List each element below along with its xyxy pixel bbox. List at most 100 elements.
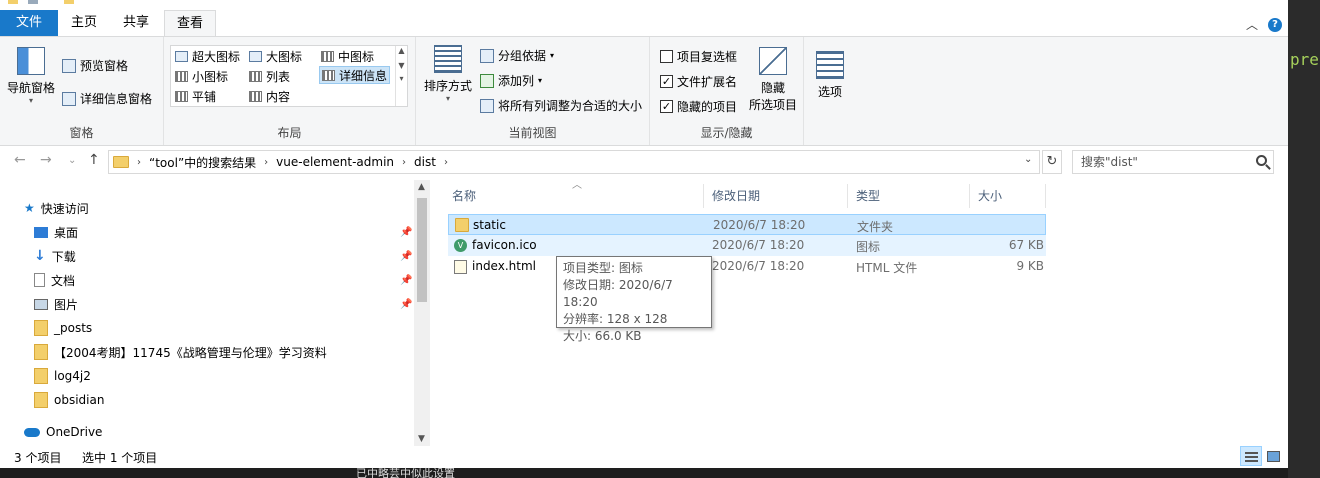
details-pane-button[interactable]: 详细信息窗格 [62, 90, 152, 107]
column-header-name[interactable]: 名称 [444, 184, 704, 208]
nav-item-pictures[interactable]: 图片 [34, 294, 78, 314]
forward-arrow-icon[interactable]: → [40, 152, 52, 168]
pin-icon[interactable]: 📌 [400, 275, 412, 286]
item-checkboxes-toggle[interactable]: 项目复选框 [660, 48, 737, 65]
layout-tiles[interactable]: 平铺 [173, 87, 218, 105]
column-header-type[interactable]: 类型 [848, 184, 970, 208]
preview-pane-label: 预览窗格 [80, 59, 129, 73]
recent-locations-chevron-icon[interactable]: ⌄ [68, 155, 76, 166]
scroll-down-arrow-icon[interactable]: ▼ [418, 434, 425, 444]
nav-item-study-materials[interactable]: 【2004考期】11745《战略管理与伦理》学习资料 [34, 342, 327, 362]
tab-share[interactable]: 共享 [112, 10, 160, 36]
background-editor: pre [1288, 0, 1320, 478]
table-row[interactable]: static 2020/6/7 18:20 文件夹 [448, 214, 1046, 235]
sort-by-icon [434, 45, 462, 73]
add-columns-button[interactable]: 添加列 ▾ [480, 72, 542, 89]
layout-medium-icons[interactable]: 中图标 [319, 47, 376, 65]
fit-columns-label: 将所有列调整为合适的大小 [498, 99, 643, 113]
breadcrumb-separator-icon[interactable]: › [264, 157, 268, 168]
layout-gallery: 超大图标 大图标 中图标 小图标 列表 详细信息 平铺 内容 ▲ ▼ ▾ [170, 45, 408, 107]
nav-item-label: obsidian [54, 393, 105, 407]
search-placeholder: 搜索"dist" [1081, 155, 1138, 169]
file-extensions-checkbox[interactable]: ✓ [660, 75, 673, 88]
nav-item-downloads[interactable]: ↓ 下载 [34, 246, 76, 266]
group-by-button[interactable]: 分组依据 ▾ [480, 47, 554, 64]
file-extensions-toggle[interactable]: ✓ 文件扩展名 [660, 73, 737, 90]
address-bar[interactable]: › “tool”中的搜索结果 › vue-element-admin › dis… [108, 150, 1040, 174]
search-icon[interactable] [1256, 155, 1267, 166]
nav-onedrive[interactable]: OneDrive [24, 422, 102, 442]
up-arrow-icon[interactable]: ↑ [88, 152, 100, 168]
tooltip-size: 大小: 66.0 KB [563, 329, 642, 343]
file-explorer-window: 文件 主页 共享 查看 ︿ ? 导航窗格 ▾ 预览窗格 详细信息窗格 窗格 布局… [0, 0, 1288, 468]
sort-by-button[interactable]: 排序方式 ▾ [422, 45, 474, 103]
folder-icon [34, 392, 48, 408]
nav-quick-access[interactable]: ★ 快速访问 [24, 198, 89, 218]
navigation-pane-button[interactable]: 导航窗格 ▾ [6, 47, 56, 105]
large-icons-icon [249, 50, 262, 62]
pin-icon[interactable]: 📌 [400, 299, 412, 310]
nav-scrollbar[interactable]: ▲ ▼ [414, 180, 430, 446]
gallery-more-icon[interactable]: ▾ [396, 74, 407, 83]
address-row: ← → ⌄ ↑ › “tool”中的搜索结果 › vue-element-adm… [0, 150, 1288, 174]
breadcrumb-vue-element-admin[interactable]: vue-element-admin [276, 155, 394, 169]
layout-details[interactable]: 详细信息 [319, 66, 391, 84]
gallery-down-arrow-icon[interactable]: ▼ [396, 61, 407, 70]
hide-selected-items-button[interactable]: 隐藏 所选项目 [746, 47, 800, 113]
refresh-icon[interactable]: ↻ [1042, 150, 1062, 174]
table-row[interactable]: V favicon.ico 2020/6/7 18:20 图标 67 KB [448, 235, 1046, 256]
details-view-button[interactable] [1240, 446, 1262, 466]
file-modified: 2020/6/7 18:20 [713, 218, 806, 232]
nav-item-label: 下载 [51, 249, 76, 264]
tab-view[interactable]: 查看 [164, 10, 216, 37]
pin-icon[interactable]: 📌 [400, 227, 412, 238]
file-name: static [473, 218, 506, 232]
quick-access-toolbar-icon[interactable] [28, 0, 38, 4]
column-header-size[interactable]: 大小 [970, 184, 1046, 208]
options-button[interactable]: 选项 [812, 51, 848, 100]
nav-item-desktop[interactable]: 桌面 [34, 222, 78, 242]
nav-item-documents[interactable]: 文档 [34, 270, 75, 290]
desktop-icon [34, 226, 48, 238]
breadcrumb-dist[interactable]: dist [414, 155, 436, 169]
large-icons-view-button[interactable] [1262, 446, 1284, 466]
layout-gallery-scroll[interactable]: ▲ ▼ ▾ [395, 46, 407, 106]
hidden-items-checkbox[interactable]: ✓ [660, 100, 673, 113]
fit-columns-button[interactable]: 将所有列调整为合适的大小 [480, 97, 642, 114]
table-row[interactable]: index.html 2020/6/7 18:20 HTML 文件 9 KB [448, 256, 1046, 277]
gallery-up-arrow-icon[interactable]: ▲ [396, 46, 407, 55]
nav-scroll-thumb[interactable] [417, 198, 427, 302]
scroll-up-arrow-icon[interactable]: ▲ [418, 182, 425, 192]
quick-access-toolbar-icon[interactable] [8, 0, 18, 4]
minimize-ribbon-chevron-icon[interactable]: ︿ [1246, 16, 1258, 33]
nav-item-obsidian[interactable]: obsidian [34, 390, 104, 410]
help-icon[interactable]: ? [1268, 17, 1282, 32]
list-icon [249, 70, 262, 82]
tab-home[interactable]: 主页 [60, 10, 108, 36]
column-header-modified[interactable]: 修改日期 [704, 184, 848, 208]
breadcrumb-separator-icon[interactable]: › [444, 157, 448, 168]
breadcrumb-search-results[interactable]: “tool”中的搜索结果 [149, 154, 256, 171]
back-arrow-icon[interactable]: ← [14, 152, 26, 168]
layout-small-icons[interactable]: 小图标 [173, 67, 230, 85]
address-history-chevron-icon[interactable]: ⌄ [1024, 154, 1032, 165]
layout-large-icons[interactable]: 大图标 [247, 47, 304, 65]
sort-by-label: 排序方式 [423, 79, 472, 93]
layout-list[interactable]: 列表 [247, 67, 292, 85]
layout-content[interactable]: 内容 [247, 87, 292, 105]
dropdown-arrow-icon: ▾ [445, 94, 450, 103]
folder-icon [113, 156, 129, 168]
hidden-items-toggle[interactable]: ✓ 隐藏的项目 [660, 98, 737, 115]
pin-icon[interactable]: 📌 [400, 251, 412, 262]
nav-item-log4j2[interactable]: log4j2 [34, 366, 91, 386]
breadcrumb-separator-icon[interactable]: › [137, 157, 141, 168]
layout-extra-large-icons[interactable]: 超大图标 [173, 47, 242, 65]
tab-file[interactable]: 文件 [0, 10, 58, 36]
ribbon-controls: ︿ ? [1246, 16, 1282, 33]
pictures-icon [34, 298, 48, 310]
nav-item-posts[interactable]: _posts [34, 318, 92, 338]
breadcrumb-separator-icon[interactable]: › [402, 157, 406, 168]
item-checkboxes-checkbox[interactable] [660, 50, 673, 63]
search-input[interactable]: 搜索"dist" [1072, 150, 1274, 174]
preview-pane-button[interactable]: 预览窗格 [62, 57, 128, 74]
